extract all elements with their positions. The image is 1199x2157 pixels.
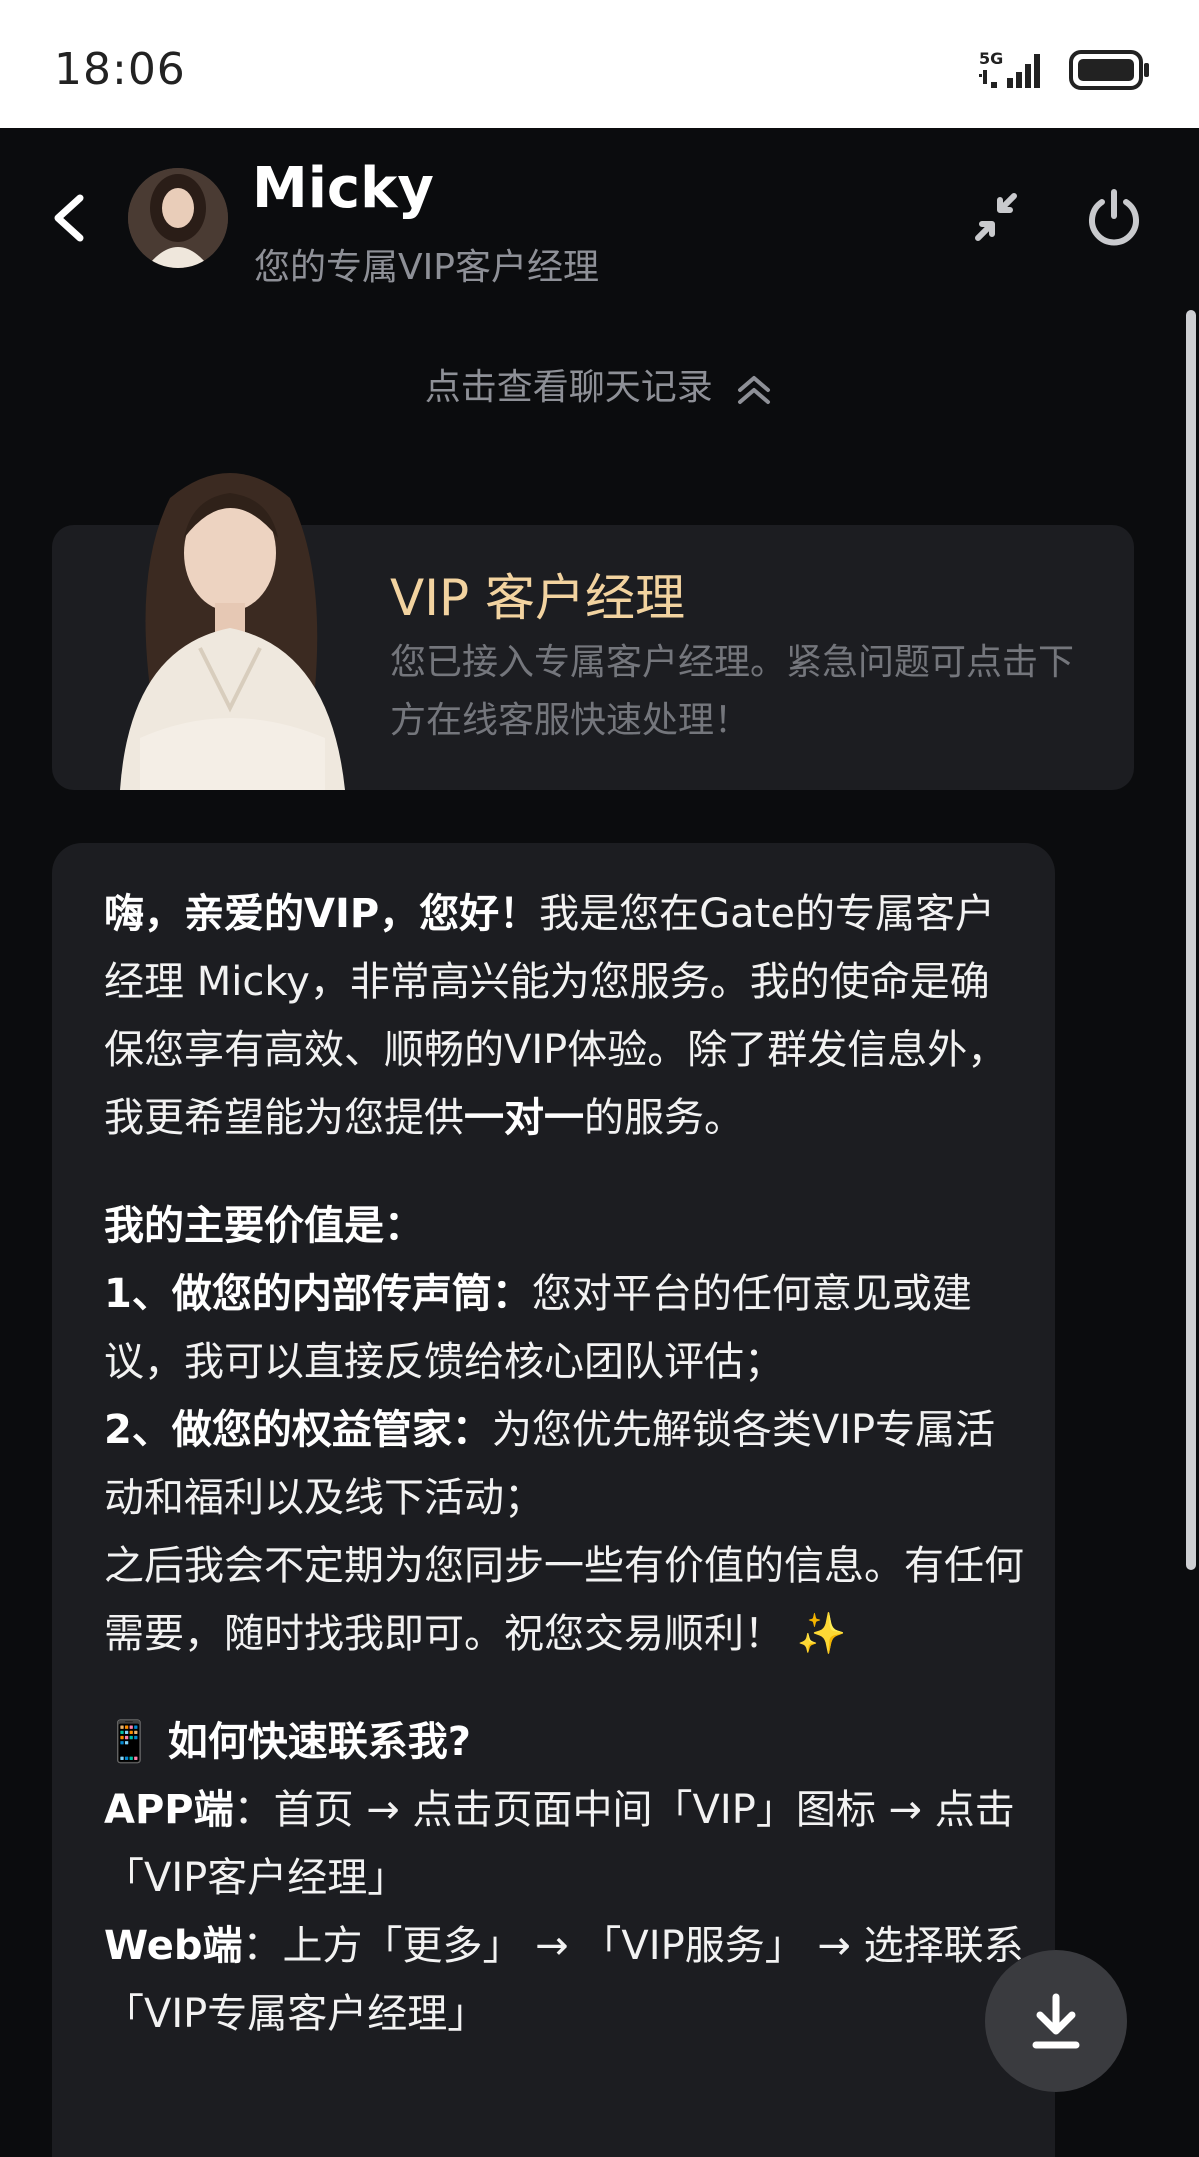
greeting-bold: 嗨，亲爱的VIP，您好！ [104, 891, 540, 937]
collapse-arrows-icon [975, 193, 1017, 241]
values-paragraph: 我的主要价值是： 1、做您的内部传声筒：您对平台的任何意见或建议，我可以直接反馈… [104, 1192, 1024, 1668]
manager-portrait [100, 458, 360, 790]
avatar[interactable] [128, 168, 228, 268]
value-item-2: 2、做您的权益管家：为您优先解锁各类VIP专属活动和福利以及线下活动； [104, 1396, 1024, 1532]
download-button[interactable] [985, 1950, 1127, 2092]
status-time: 18:06 [54, 44, 186, 95]
one-on-one-bold: 一对一 [464, 1095, 584, 1141]
back-button[interactable] [50, 188, 90, 248]
app-label: APP端 [104, 1787, 234, 1833]
chat-header: Micky 您的专属VIP客户经理 [0, 128, 1199, 298]
avatar-portrait-icon [128, 168, 228, 268]
contact-heading: 📱 如何快速联系我? [104, 1719, 471, 1765]
network-label: 5G [979, 49, 1003, 68]
contact-paragraph: 📱 如何快速联系我? APP端：首页 → 点击页面中间「VIP」图标 → 点击「… [104, 1708, 1024, 2048]
history-label: 点击查看聊天记录 [424, 367, 713, 408]
web-text: ：上方「更多」 → 「VIP服务」 → 选择联系「VIP专属客户经理」 [104, 1923, 1024, 2037]
web-instructions: Web端：上方「更多」 → 「VIP服务」 → 选择联系「VIP专属客户经理」 [104, 1912, 1024, 2048]
signal-icon: 5G [979, 49, 1040, 88]
greeting-tail: 的服务。 [584, 1095, 744, 1141]
contact-name: Micky [252, 156, 434, 221]
status-bar: 18:06 5G [0, 0, 1199, 128]
app-instructions: APP端：首页 → 点击页面中间「VIP」图标 → 点击「VIP客户经理」 [104, 1776, 1024, 1912]
power-button[interactable] [1082, 186, 1146, 250]
value-item-1-bold: 1、做您的内部传声筒： [104, 1271, 532, 1317]
vip-card-title: VIP 客户经理 [390, 569, 685, 627]
status-icons: 5G [979, 48, 1151, 92]
chevron-up-double-icon [738, 376, 771, 404]
contact-subtitle: 您的专属VIP客户经理 [254, 247, 599, 288]
closing-text: 之后我会不定期为您同步一些有价值的信息。有任何需要，随时找我即可。祝您交易顺利！… [104, 1543, 1024, 1657]
vip-card-description: 您已接入专属客户经理。紧急问题可点击下方在线客服快速处理！ [390, 642, 1075, 741]
chevron-left-icon [54, 194, 84, 242]
app-text: ：首页 → 点击页面中间「VIP」图标 → 点击「VIP客户经理」 [104, 1787, 1015, 1901]
value-item-2-bold: 2、做您的权益管家： [104, 1407, 492, 1453]
manager-portrait-icon [120, 473, 345, 790]
chat-screen: Micky 您的专属VIP客户经理 点击查看聊天记录 VIP 客户经理 您已接入… [0, 128, 1199, 2157]
values-heading: 我的主要价值是： [104, 1203, 424, 1249]
download-icon [1032, 1993, 1080, 2049]
web-label: Web端 [104, 1923, 243, 1969]
power-icon [1089, 189, 1139, 246]
view-history-link[interactable]: 点击查看聊天记录 [0, 358, 1199, 410]
scrollbar[interactable] [1186, 310, 1196, 1570]
battery-icon [1069, 50, 1149, 90]
value-item-1: 1、做您的内部传声筒：您对平台的任何意见或建议，我可以直接反馈给核心团队评估； [104, 1260, 1024, 1396]
greeting-paragraph: 嗨，亲爱的VIP，您好！我是您在Gate的专属客户经理 Micky，非常高兴能为… [104, 880, 1024, 1152]
minimize-button[interactable] [966, 186, 1030, 250]
message-text: 嗨，亲爱的VIP，您好！我是您在Gate的专属客户经理 Micky，非常高兴能为… [104, 880, 1024, 2088]
